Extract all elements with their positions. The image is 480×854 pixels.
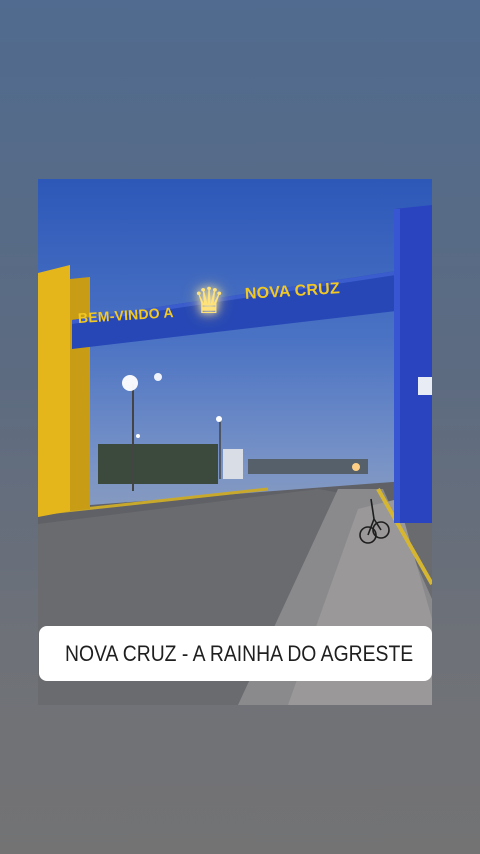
location-label: NOVA CRUZ - A RAINHA DO AGRESTE bbox=[65, 640, 414, 666]
crown-icon: ♛ bbox=[192, 280, 226, 321]
location-sticker[interactable]: NOVA CRUZ - A RAINHA DO AGRESTE bbox=[39, 626, 432, 681]
